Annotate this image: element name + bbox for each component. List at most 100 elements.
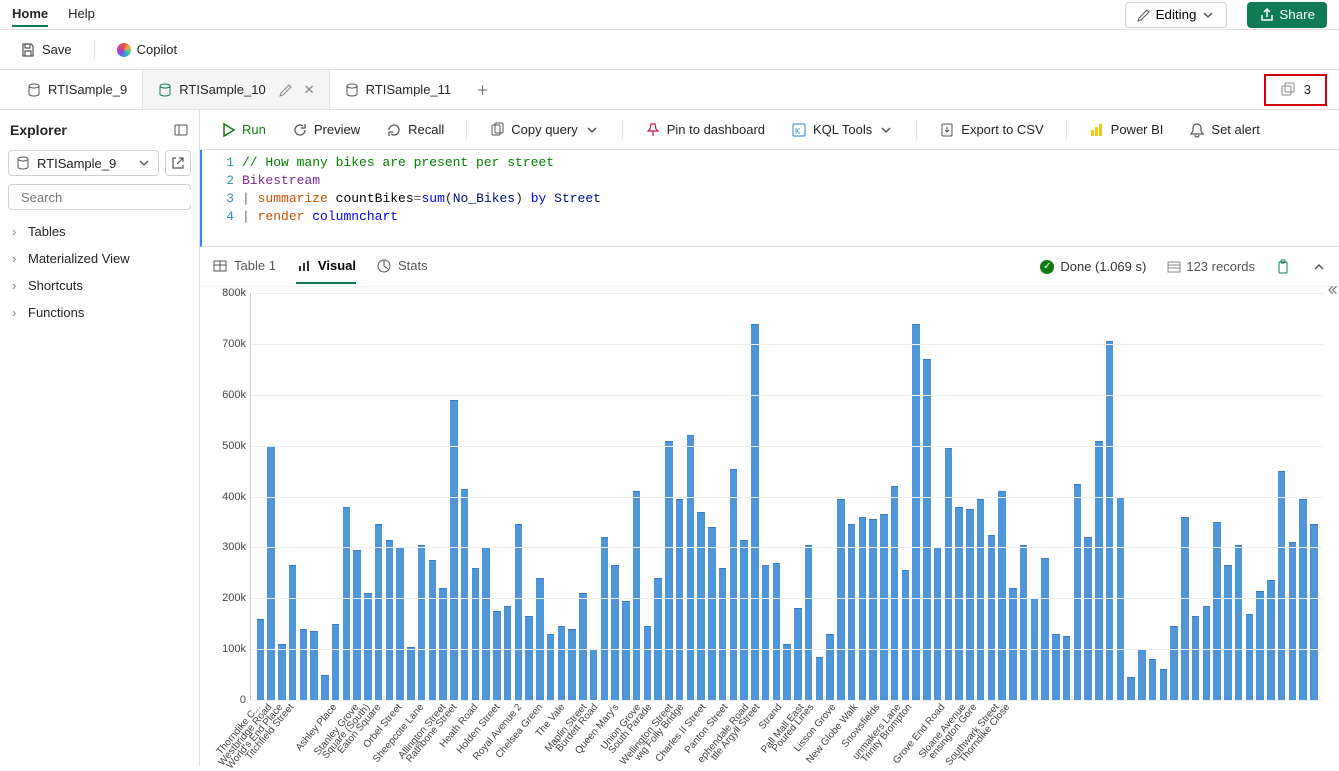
save-button[interactable]: Save <box>12 38 80 62</box>
chart-bar[interactable] <box>697 512 705 700</box>
chart-bar[interactable] <box>310 631 318 700</box>
chart-bar[interactable] <box>687 435 695 700</box>
chart-bar[interactable] <box>364 593 372 700</box>
set-alert-button[interactable]: Set alert <box>1181 118 1267 142</box>
chart-bar[interactable] <box>1278 471 1286 700</box>
chart-bar[interactable] <box>644 626 652 700</box>
chart-bar[interactable] <box>998 491 1006 700</box>
tree-item[interactable]: ›Shortcuts <box>8 272 191 299</box>
chart-bar[interactable] <box>1095 441 1103 700</box>
chart-bar[interactable] <box>332 624 340 700</box>
editing-button[interactable]: Editing <box>1125 2 1228 28</box>
chart-bar[interactable] <box>267 446 275 700</box>
tree-item[interactable]: ›Materialized View <box>8 245 191 272</box>
tab-rtisample-11[interactable]: RTISample_11 <box>330 70 467 109</box>
chart-bar[interactable] <box>740 540 748 700</box>
new-tab-button[interactable]: ＋ <box>466 80 499 99</box>
chart-bar[interactable] <box>601 537 609 700</box>
chart-bar[interactable] <box>418 545 426 700</box>
chart-bar[interactable] <box>1299 499 1307 700</box>
chart-bar[interactable] <box>719 568 727 700</box>
open-external-button[interactable] <box>165 150 191 176</box>
clipboard-icon[interactable] <box>1275 259 1291 275</box>
chart-bar[interactable] <box>515 524 523 700</box>
chart-bar[interactable] <box>622 601 630 700</box>
chart-bar[interactable] <box>300 629 308 700</box>
tab-visual[interactable]: Visual <box>296 250 356 284</box>
tree-item[interactable]: ›Functions <box>8 299 191 326</box>
chart-bar[interactable] <box>579 593 587 700</box>
pin-dashboard-button[interactable]: Pin to dashboard <box>637 118 773 142</box>
chart-bar[interactable] <box>730 469 738 700</box>
chart-bar[interactable] <box>1009 588 1017 700</box>
panel-icon[interactable] <box>173 122 189 138</box>
chart-bar[interactable] <box>461 489 469 700</box>
tab-rtisample-10[interactable]: RTISample_10 ✕ <box>142 70 329 109</box>
chart-bar[interactable] <box>439 588 447 700</box>
chart-bar[interactable] <box>1246 614 1254 700</box>
chart-bar[interactable] <box>1052 634 1060 700</box>
search-input[interactable] <box>8 184 191 210</box>
chart-bar[interactable] <box>955 507 963 700</box>
chart-bar[interactable] <box>568 629 576 700</box>
chart-bar[interactable] <box>536 578 544 700</box>
chart-bar[interactable] <box>902 570 910 700</box>
chart-bar[interactable] <box>708 527 716 700</box>
chart-bar[interactable] <box>1192 616 1200 700</box>
chart-bar[interactable] <box>289 565 297 700</box>
chart-bar[interactable] <box>1063 636 1071 700</box>
chart-bar[interactable] <box>278 644 286 700</box>
chart-bar[interactable] <box>1181 517 1189 700</box>
chart-bar[interactable] <box>665 441 673 700</box>
chart-bar[interactable] <box>396 547 404 700</box>
chart-bar[interactable] <box>353 550 361 700</box>
chart-bar[interactable] <box>934 547 942 700</box>
recall-button[interactable]: Recall <box>378 118 452 142</box>
chart-bar[interactable] <box>1149 659 1157 700</box>
chart-bar[interactable] <box>558 626 566 700</box>
menu-help[interactable]: Help <box>68 2 95 27</box>
chart-bar[interactable] <box>783 644 791 700</box>
chart-bar[interactable] <box>880 514 888 700</box>
chart-bar[interactable] <box>848 524 856 700</box>
chart-bar[interactable] <box>590 649 598 700</box>
chart-bar[interactable] <box>1224 565 1232 700</box>
chart-bar[interactable] <box>547 634 555 700</box>
chart-bar[interactable] <box>386 540 394 700</box>
copy-query-button[interactable]: Copy query <box>481 118 607 142</box>
run-button[interactable]: Run <box>212 118 274 142</box>
chart-bar[interactable] <box>1235 545 1243 700</box>
export-csv-button[interactable]: Export to CSV <box>931 118 1051 142</box>
chart-bar[interactable] <box>826 634 834 700</box>
chart-bar[interactable] <box>1256 591 1264 700</box>
chart-bar[interactable] <box>1203 606 1211 700</box>
chart-bar[interactable] <box>1170 626 1178 700</box>
share-button[interactable]: Share <box>1247 2 1327 28</box>
chart-bar[interactable] <box>633 491 641 700</box>
chart-bar[interactable] <box>837 499 845 700</box>
collapse-panel-button[interactable] <box>1325 270 1339 310</box>
chart-bar[interactable] <box>321 675 329 700</box>
tab-stats[interactable]: Stats <box>376 250 428 284</box>
chart-bar[interactable] <box>751 324 759 700</box>
kql-tools-button[interactable]: K KQL Tools <box>783 118 902 142</box>
chart-bar[interactable] <box>1213 522 1221 700</box>
database-select[interactable]: RTISample_9 <box>8 150 159 176</box>
chart-bar[interactable] <box>945 448 953 700</box>
chart-bar[interactable] <box>773 563 781 700</box>
chart-bar[interactable] <box>977 499 985 700</box>
chart-bar[interactable] <box>257 619 265 700</box>
chart-bar[interactable] <box>1074 484 1082 700</box>
chart-bar[interactable] <box>504 606 512 700</box>
chart-bar[interactable] <box>794 608 802 700</box>
chart-bar[interactable] <box>966 509 974 700</box>
chart-bar[interactable] <box>1020 545 1028 700</box>
chart-bar[interactable] <box>891 486 899 700</box>
chart-bar[interactable] <box>762 565 770 700</box>
chart-bar[interactable] <box>816 657 824 700</box>
chart-bar[interactable] <box>472 568 480 700</box>
copilot-button[interactable]: Copilot <box>109 38 185 61</box>
chart-bar[interactable] <box>1138 649 1146 700</box>
chart-bar[interactable] <box>407 647 415 700</box>
chart-bar[interactable] <box>1160 669 1168 700</box>
